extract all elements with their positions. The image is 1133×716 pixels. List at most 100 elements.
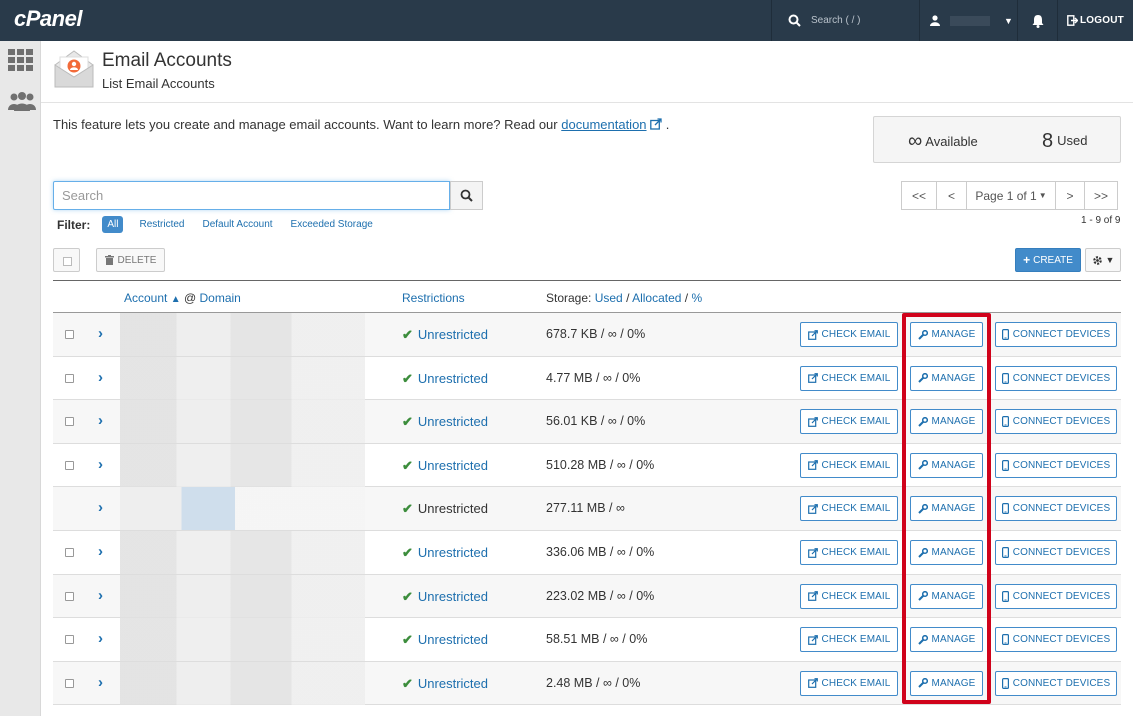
expand-row-chevron-icon[interactable]: › xyxy=(98,369,103,386)
manage-button[interactable]: MANAGE xyxy=(910,496,983,522)
cpanel-logo[interactable]: cPanel xyxy=(14,6,82,32)
restriction-status[interactable]: ✔ Unrestricted xyxy=(402,676,488,692)
restriction-label: Unrestricted xyxy=(417,327,488,342)
restriction-status[interactable]: ✔ Unrestricted xyxy=(402,545,488,561)
search-input[interactable] xyxy=(53,181,450,210)
filter-all[interactable]: All xyxy=(102,216,124,233)
connect-devices-button[interactable]: CONNECT DEVICES xyxy=(995,627,1117,653)
manage-button[interactable]: MANAGE xyxy=(910,540,983,565)
connect-devices-button[interactable]: CONNECT DEVICES xyxy=(995,452,1117,478)
manage-button[interactable]: MANAGE xyxy=(910,583,983,609)
restriction-status[interactable]: ✔ Unrestricted xyxy=(402,458,488,474)
prev-page-button[interactable]: < xyxy=(936,181,967,210)
external-link-icon xyxy=(807,547,818,558)
next-page-button[interactable]: > xyxy=(1055,181,1085,210)
row-checkbox[interactable] xyxy=(65,373,74,383)
users-icon[interactable] xyxy=(8,92,36,112)
expand-row-chevron-icon[interactable]: › xyxy=(98,543,103,560)
restrictions-header[interactable]: Restrictions xyxy=(402,291,465,305)
external-link-icon xyxy=(650,118,662,130)
intro-suffix: . xyxy=(665,117,670,132)
manage-button[interactable]: MANAGE xyxy=(910,409,983,435)
manage-button[interactable]: MANAGE xyxy=(910,322,983,347)
check-email-button[interactable]: CHECK EMAIL xyxy=(800,540,898,565)
mobile-device-icon xyxy=(1001,547,1009,558)
filter-bar: Filter: All Restricted Default Account E… xyxy=(57,216,391,233)
row-checkbox[interactable] xyxy=(65,330,74,339)
connect-devices-button[interactable]: CONNECT DEVICES xyxy=(995,583,1117,609)
first-page-button[interactable]: << xyxy=(901,181,937,210)
create-button[interactable]: + CREATE xyxy=(1015,248,1081,272)
top-search[interactable]: Search ( / ) xyxy=(771,0,919,41)
check-email-button[interactable]: CHECK EMAIL xyxy=(800,496,898,522)
row-checkbox[interactable] xyxy=(65,417,74,427)
page-select[interactable]: Page 1 of 1 ▼ xyxy=(966,181,1056,210)
sort-used-link[interactable]: Used xyxy=(595,291,623,305)
notifications-button[interactable] xyxy=(1017,0,1057,41)
row-checkbox[interactable] xyxy=(65,591,74,601)
manage-label: MANAGE xyxy=(931,677,976,689)
expand-row-chevron-icon[interactable]: › xyxy=(98,499,103,516)
check-email-button[interactable]: CHECK EMAIL xyxy=(800,627,898,653)
connect-devices-button[interactable]: CONNECT DEVICES xyxy=(995,322,1117,347)
row-checkbox[interactable] xyxy=(65,678,74,688)
external-link-icon xyxy=(807,678,818,689)
restriction-status[interactable]: ✔ Unrestricted xyxy=(402,632,488,648)
check-email-button[interactable]: CHECK EMAIL xyxy=(800,583,898,609)
account-name-redacted xyxy=(120,531,365,574)
documentation-link[interactable]: documentation xyxy=(561,117,646,132)
mobile-device-icon xyxy=(1001,459,1009,471)
check-email-button[interactable]: CHECK EMAIL xyxy=(800,409,898,435)
connect-devices-button[interactable]: CONNECT DEVICES xyxy=(995,496,1117,522)
filter-restricted[interactable]: Restricted xyxy=(139,219,184,230)
manage-button[interactable]: MANAGE xyxy=(910,452,983,478)
check-icon: ✔ xyxy=(402,632,413,648)
expand-row-chevron-icon[interactable]: › xyxy=(98,456,103,473)
expand-row-chevron-icon[interactable]: › xyxy=(98,674,103,691)
check-email-button[interactable]: CHECK EMAIL xyxy=(800,670,898,696)
select-all-checkbox[interactable] xyxy=(53,248,80,272)
table-row: › ✔ Unrestricted 56.01 KB / ∞ / 0% CHECK EMA… xyxy=(53,400,1121,444)
delete-button[interactable]: DELETE xyxy=(96,248,165,272)
settings-dropdown[interactable]: ▼ xyxy=(1085,248,1121,272)
row-checkbox[interactable] xyxy=(65,460,74,470)
restriction-status[interactable]: ✔ Unrestricted xyxy=(402,589,488,605)
manage-button[interactable]: MANAGE xyxy=(910,670,983,696)
connect-devices-button[interactable]: CONNECT DEVICES xyxy=(995,409,1117,435)
check-icon: ✔ xyxy=(402,414,413,430)
connect-devices-label: CONNECT DEVICES xyxy=(1012,372,1111,384)
restriction-status[interactable]: ✔ Unrestricted xyxy=(402,327,488,343)
restriction-status[interactable]: ✔ Unrestricted xyxy=(402,414,488,430)
check-email-button[interactable]: CHECK EMAIL xyxy=(800,452,898,478)
logout-button[interactable]: LOGOUT xyxy=(1057,0,1133,41)
search-button[interactable] xyxy=(450,181,483,210)
check-email-label: CHECK EMAIL xyxy=(821,503,891,515)
expand-row-chevron-icon[interactable]: › xyxy=(98,630,103,647)
user-menu[interactable]: ▼ xyxy=(919,0,1017,41)
storage-value: 56.01 KB / ∞ / 0% xyxy=(546,414,646,429)
sort-allocated-link[interactable]: Allocated xyxy=(632,291,681,305)
grid-icon[interactable] xyxy=(8,49,34,73)
restriction-status[interactable]: ✔ Unrestricted xyxy=(402,371,488,387)
expand-row-chevron-icon[interactable]: › xyxy=(98,587,103,604)
connect-devices-button[interactable]: CONNECT DEVICES xyxy=(995,670,1117,696)
check-email-button[interactable]: CHECK EMAIL xyxy=(800,365,898,391)
connect-devices-button[interactable]: CONNECT DEVICES xyxy=(995,365,1117,391)
expand-row-chevron-icon[interactable]: › xyxy=(98,325,103,342)
expand-row-chevron-icon[interactable]: › xyxy=(98,412,103,429)
last-page-button[interactable]: >> xyxy=(1084,181,1118,210)
filter-exceeded-storage[interactable]: Exceeded Storage xyxy=(291,219,373,230)
row-checkbox[interactable] xyxy=(65,548,74,557)
sort-percent-link[interactable]: % xyxy=(691,291,702,305)
restriction-label: Unrestricted xyxy=(417,675,488,691)
filter-default-account[interactable]: Default Account xyxy=(202,219,272,230)
sort-account-link[interactable]: Account xyxy=(124,291,167,305)
sort-domain-link[interactable]: Domain xyxy=(199,291,240,305)
wrench-icon xyxy=(917,460,928,471)
manage-button[interactable]: MANAGE xyxy=(910,627,983,653)
manage-button[interactable]: MANAGE xyxy=(910,365,983,391)
check-email-label: CHECK EMAIL xyxy=(821,329,891,340)
row-checkbox[interactable] xyxy=(65,635,74,645)
check-email-button[interactable]: CHECK EMAIL xyxy=(800,322,898,347)
connect-devices-button[interactable]: CONNECT DEVICES xyxy=(995,540,1117,565)
